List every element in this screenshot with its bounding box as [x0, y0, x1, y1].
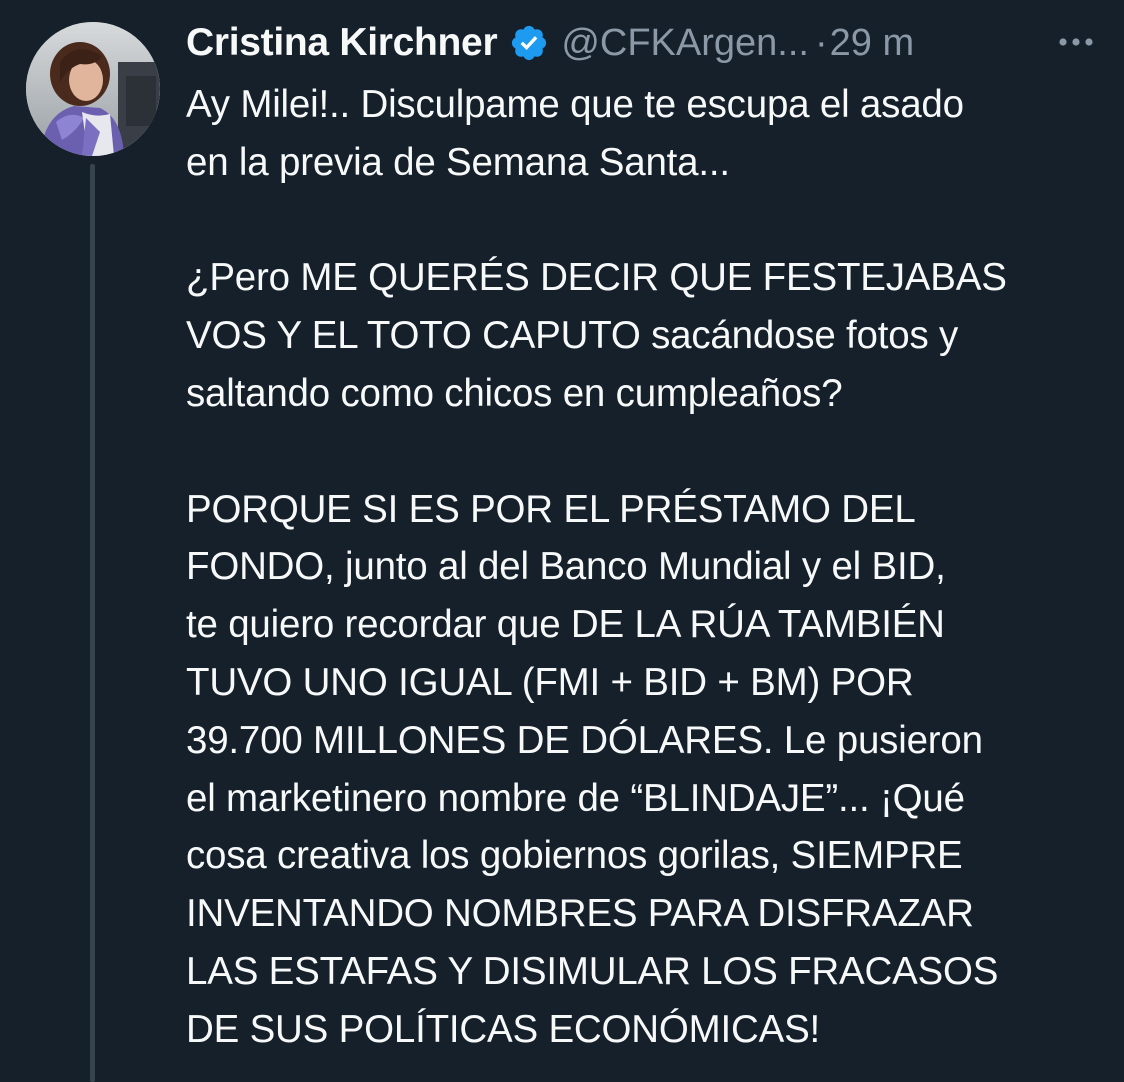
- tweet-text-line: 39.700 MILLONES DE DÓLARES. Le pusieron: [186, 718, 983, 762]
- avatar[interactable]: [26, 22, 160, 156]
- verified-badge-icon[interactable]: [509, 23, 549, 63]
- tweet-text-line: ¿Pero ME QUERÉS DECIR QUE FESTEJABAS: [186, 256, 1007, 300]
- more-options-button[interactable]: [1052, 26, 1100, 58]
- handle[interactable]: @CFKArgen...: [561, 22, 809, 65]
- tweet-text-line: el marketinero nombre de “BLINDAJE”... ¡…: [186, 776, 965, 820]
- tweet-header: Cristina Kirchner @CFKArgen... · 29 m: [186, 18, 914, 68]
- tweet-text-line: cosa creativa los gobiernos gorilas, SIE…: [186, 834, 963, 878]
- timestamp[interactable]: 29 m: [830, 22, 914, 65]
- time-separator: ·: [814, 21, 828, 64]
- tweet-text: Ay Milei!.. Disculpame que te escupa el …: [186, 76, 1106, 1059]
- tweet-text-line: DE SUS POLÍTICAS ECONÓMICAS!: [186, 1007, 821, 1051]
- tweet-text-line: en la previa de Semana Santa...: [186, 140, 730, 184]
- tweet-text-line: [186, 192, 1106, 250]
- tweet-text-line: FONDO, junto al del Banco Mundial y el B…: [186, 545, 946, 589]
- tweet-text-line: INVENTANDO NOMBRES PARA DISFRAZAR: [186, 892, 974, 936]
- display-name[interactable]: Cristina Kirchner: [186, 21, 498, 65]
- tweet-text-line: TUVO UNO IGUAL (FMI + BID + BM) POR: [186, 660, 914, 704]
- ellipsis-icon: [1059, 38, 1093, 46]
- tweet-text-line: PORQUE SI ES POR EL PRÉSTAMO DEL: [186, 487, 916, 531]
- tweet-text-line: te quiero recordar que DE LA RÚA TAMBIÉN: [186, 603, 945, 647]
- tweet-text-line: [186, 423, 1106, 481]
- tweet: Cristina Kirchner @CFKArgen... · 29 m Ay…: [0, 0, 1124, 1082]
- tweet-text-line: saltando como chicos en cumpleaños?: [186, 371, 843, 415]
- thread-line: [90, 164, 95, 1082]
- profile-photo-icon: [26, 22, 160, 156]
- tweet-text-line: Ay Milei!.. Disculpame que te escupa el …: [186, 83, 964, 126]
- tweet-text-line: LAS ESTAFAS Y DISIMULAR LOS FRACASOS: [186, 949, 999, 993]
- tweet-text-line: VOS Y EL TOTO CAPUTO sacándose fotos y: [186, 314, 959, 358]
